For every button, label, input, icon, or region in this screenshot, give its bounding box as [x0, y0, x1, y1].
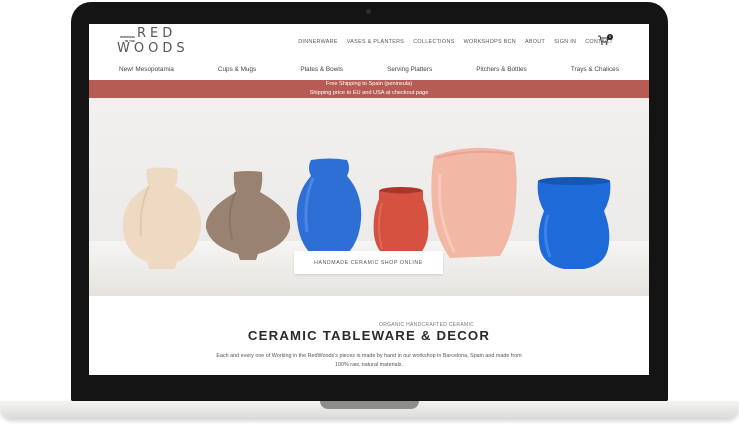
laptop-notch [320, 401, 419, 409]
nav-vases-planters[interactable]: VASES & PLANTERS [347, 39, 404, 45]
blue-tall-vase-image [296, 158, 362, 254]
page-title: CERAMIC TABLEWARE & DECOR [247, 328, 491, 343]
cream-vase-image [122, 167, 202, 269]
category-trays-chalices[interactable]: Trays & Chalices [571, 66, 619, 73]
site-header: WORKING IN THE RED WOODS DINNERWARE VASE… [89, 24, 649, 60]
nav-sign-in[interactable]: SIGN IN [554, 39, 576, 45]
category-bar: New! Mesopotamia Cups & Mugs Plates & Bo… [89, 60, 649, 79]
top-navigation: DINNERWARE VASES & PLANTERS COLLECTIONS … [298, 39, 613, 45]
laptop-mockup: WORKING IN THE RED WOODS DINNERWARE VASE… [0, 0, 739, 424]
nav-about[interactable]: ABOUT [525, 39, 545, 45]
pink-vase-image [431, 147, 517, 258]
nav-workshops-bcn[interactable]: WORKSHOPS BCN [464, 39, 516, 45]
category-cups-mugs[interactable]: Cups & Mugs [218, 66, 256, 73]
cart-count-badge: 0 [607, 34, 613, 40]
shipping-line-2: Shipping price to EU and USA at checkout… [309, 90, 429, 96]
intro-description: Each and every one of Working in the Red… [216, 353, 522, 368]
category-plates-bowls[interactable]: Plates & Bowls [300, 66, 343, 73]
nav-dinnerware[interactable]: DINNERWARE [298, 39, 338, 45]
intro-section: ORGANIC HANDCRAFTED CERAMIC CERAMIC TABL… [89, 296, 649, 375]
site-logo[interactable]: WORKING IN THE RED WOODS [115, 26, 185, 59]
hero-image: HANDMADE CERAMIC SHOP ONLINE [89, 98, 649, 296]
laptop-camera [366, 9, 371, 14]
browser-viewport: WORKING IN THE RED WOODS DINNERWARE VASE… [89, 24, 649, 375]
logo-word-woods: WOODS [117, 41, 189, 56]
shop-online-button[interactable]: HANDMADE CERAMIC SHOP ONLINE [294, 251, 443, 274]
category-mesopotamia[interactable]: New! Mesopotamia [119, 66, 174, 73]
brown-vase-image [205, 171, 291, 260]
blue-wide-vase-image [537, 177, 611, 269]
logo-word-red: RED [137, 26, 177, 41]
shipping-line-1: Free Shipping to Spain (peninsula) [325, 81, 413, 87]
category-serving-platters[interactable]: Serving Platters [387, 66, 432, 73]
category-pitchers-bottles[interactable]: Pitchers & Bottles [476, 66, 526, 73]
shipping-banner: Free Shipping to Spain (peninsula) Shipp… [89, 80, 649, 98]
terracotta-vase-image [373, 187, 429, 255]
nav-collections[interactable]: COLLECTIONS [413, 39, 454, 45]
